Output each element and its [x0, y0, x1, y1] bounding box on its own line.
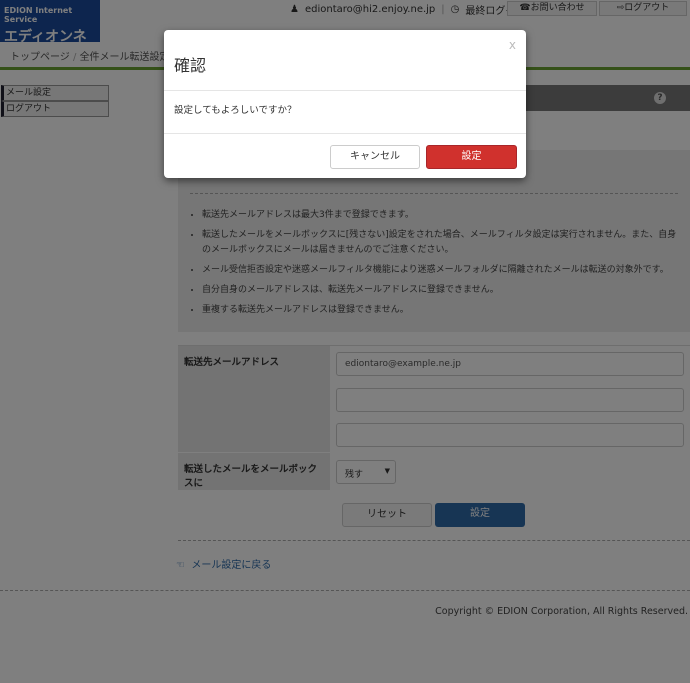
divider — [164, 133, 526, 134]
confirm-dialog: x 確認 設定してもよろしいですか？ キャンセル 設定 — [164, 30, 526, 178]
divider — [164, 90, 526, 91]
cancel-button[interactable]: キャンセル — [330, 145, 420, 169]
confirm-button[interactable]: 設定 — [426, 145, 517, 169]
close-icon[interactable]: x — [509, 38, 516, 52]
dialog-title: 確認 — [174, 56, 207, 75]
dialog-message: 設定してもよろしいですか？ — [174, 105, 297, 116]
